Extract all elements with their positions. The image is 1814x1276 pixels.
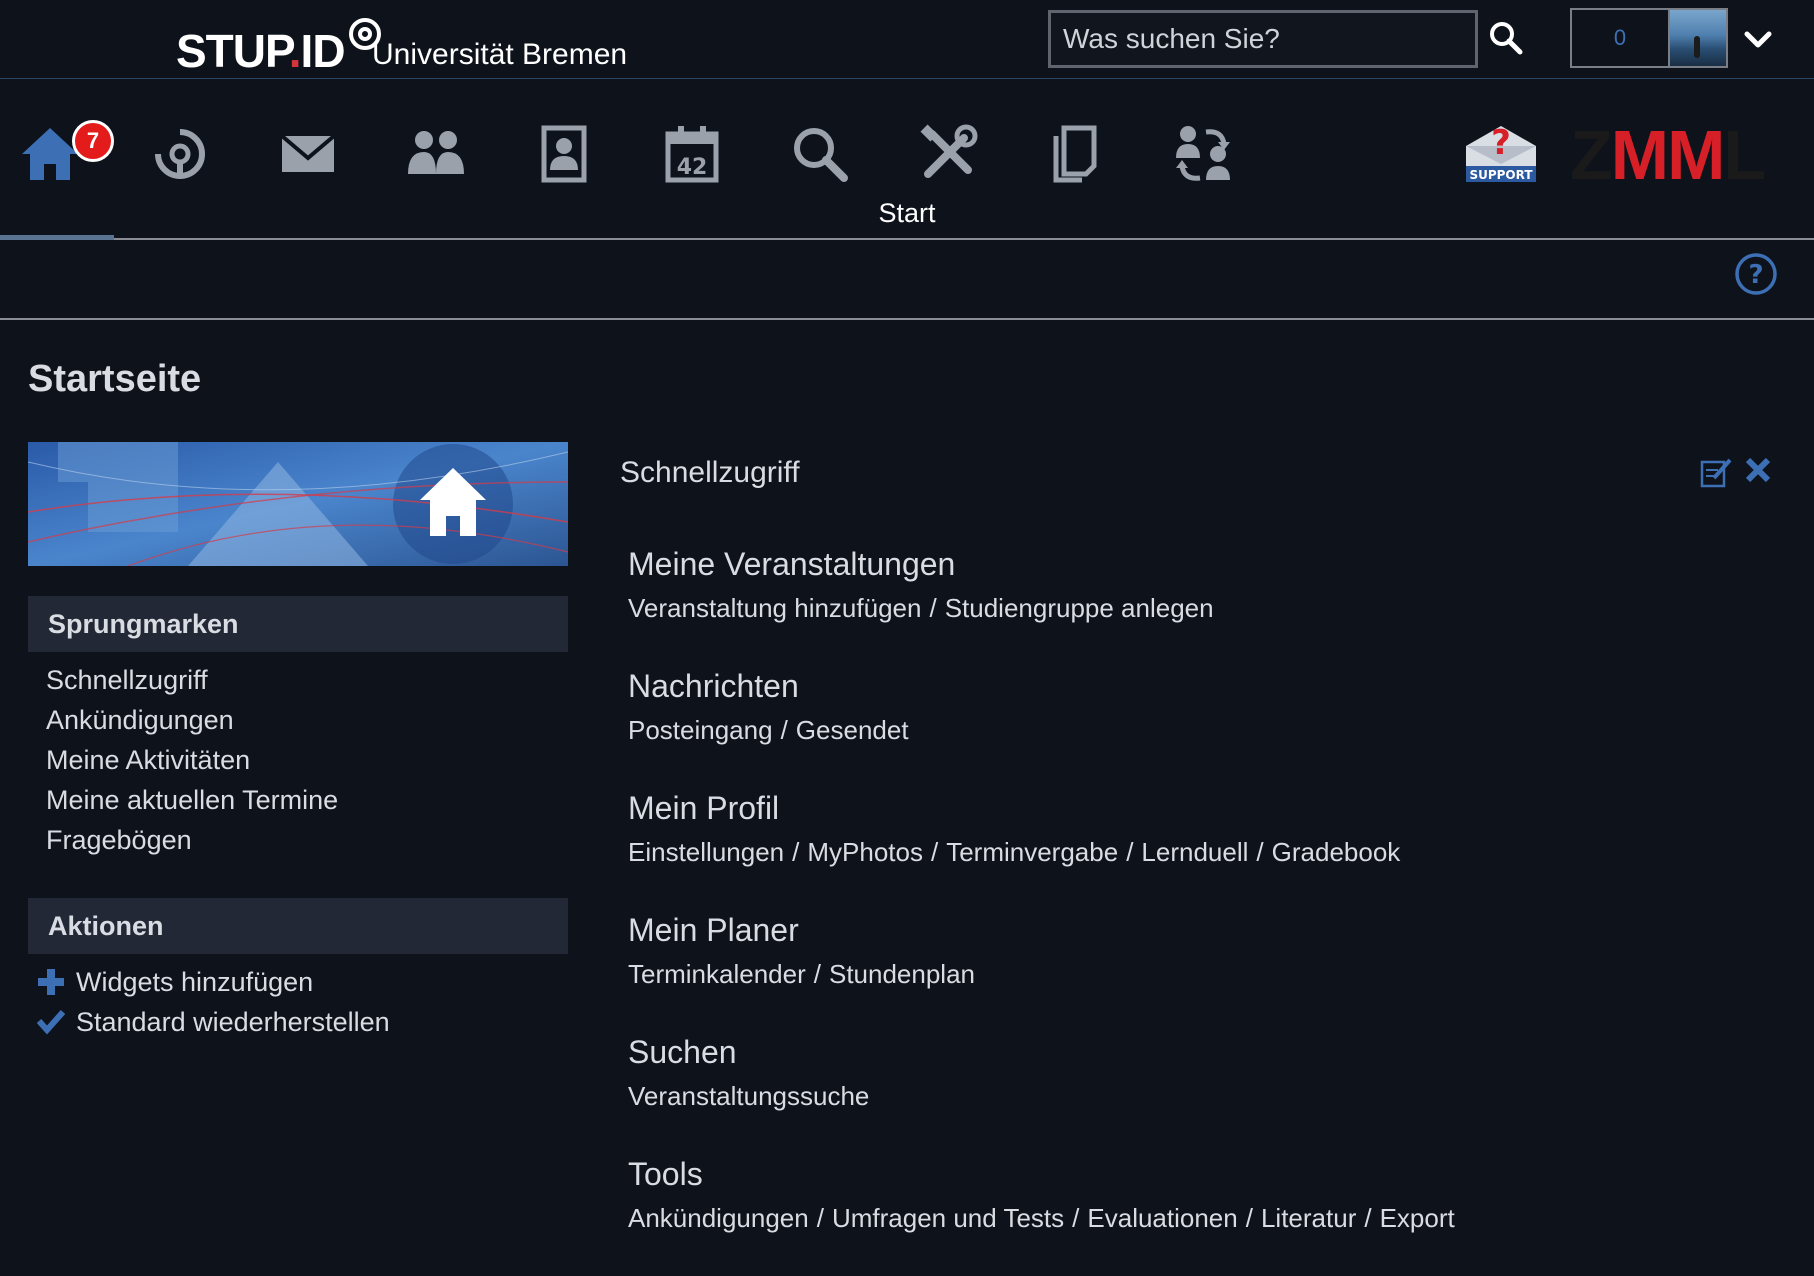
widget-title: Schnellzugriff xyxy=(620,456,800,489)
link[interactable]: Ankündigungen xyxy=(628,1203,809,1233)
quick-section-planer: Mein Planer Terminkalender / Stundenplan xyxy=(628,908,975,994)
calendar-icon: 42 xyxy=(665,126,719,183)
nav-item-community[interactable] xyxy=(386,124,486,204)
admission-icon xyxy=(1176,126,1230,181)
svg-text:SUPPORT: SUPPORT xyxy=(1469,168,1533,182)
link[interactable]: Veranstaltungssuche xyxy=(628,1081,869,1111)
magnifier-icon xyxy=(794,128,848,182)
quick-links: Einstellungen / MyPhotos / Terminvergabe / Ler… xyxy=(628,837,1401,867)
quick-title-planer[interactable]: Mein Planer xyxy=(628,908,975,952)
jump-link-aktivitaeten[interactable]: Meine Aktivitäten xyxy=(46,740,338,780)
support-icon[interactable]: SUPPORT ? xyxy=(1462,120,1540,186)
notification-counter[interactable]: 0 xyxy=(1570,8,1670,68)
profile-circle-icon xyxy=(155,129,205,179)
files-icon xyxy=(1053,125,1097,183)
edit-icon[interactable] xyxy=(1700,456,1732,488)
chevron-down-icon[interactable] xyxy=(1742,24,1774,56)
zmml-logo[interactable]: ZMML xyxy=(1570,120,1766,190)
tools-icon xyxy=(920,124,978,178)
sidebar-heading-aktionen: Aktionen xyxy=(28,898,568,954)
home-icon xyxy=(22,128,78,180)
jump-link-ankuendigungen[interactable]: Ankündigungen xyxy=(46,700,338,740)
svg-text:?: ? xyxy=(1748,260,1763,290)
help-bar: ? xyxy=(0,242,1814,320)
quick-section-veranstaltungen: Meine Veranstaltungen Veranstaltung hinz… xyxy=(628,542,1214,628)
add-widgets-action[interactable]: Widgets hinzufügen xyxy=(36,962,390,1002)
quick-section-profil: Mein Profil Einstellungen / MyPhotos / Termi… xyxy=(628,786,1400,872)
quick-title-veranstaltungen[interactable]: Meine Veranstaltungen xyxy=(628,542,1214,586)
link[interactable]: Export xyxy=(1380,1203,1455,1233)
link[interactable]: Lernduell xyxy=(1141,837,1248,867)
restore-default-action[interactable]: Standard wiederherstellen xyxy=(36,1002,390,1042)
university-name: Universität Bremen xyxy=(372,38,628,71)
link[interactable]: Einstellungen xyxy=(628,837,784,867)
notification-badge: 7 xyxy=(72,120,114,162)
search-field[interactable] xyxy=(1048,10,1478,68)
restore-default-label: Standard wiederherstellen xyxy=(76,1007,390,1037)
quick-title-profil[interactable]: Mein Profil xyxy=(628,786,1400,830)
search-input[interactable] xyxy=(1051,13,1475,65)
contacts-icon xyxy=(541,125,587,183)
link[interactable]: Stundenplan xyxy=(829,959,975,989)
nav-item-admission[interactable] xyxy=(1154,124,1254,204)
community-icon xyxy=(408,131,464,174)
checkmark-icon xyxy=(36,1010,66,1035)
search-icon[interactable] xyxy=(1488,20,1524,56)
nav-item-start[interactable]: 7 Start xyxy=(0,80,936,240)
nav-item-profile-card[interactable] xyxy=(514,124,614,204)
link[interactable]: Gesendet xyxy=(796,715,909,745)
svg-text:?: ? xyxy=(1491,123,1511,163)
link[interactable]: Literatur xyxy=(1261,1203,1356,1233)
studip-logo[interactable]: STUP.ID xyxy=(176,10,383,74)
mail-icon xyxy=(280,134,336,172)
top-bar: STUP.ID Universität Bremen 0 xyxy=(0,0,1814,79)
main-navigation: 7 Start 42 SUPPORT ? ZMML xyxy=(0,80,1814,240)
link[interactable]: Terminkalender xyxy=(628,959,806,989)
quick-links: Ankündigungen / Umfragen und Tests / Evaluat… xyxy=(628,1203,1455,1233)
jump-links-list: Schnellzugriff Ankündigungen Meine Aktiv… xyxy=(46,660,338,860)
quick-links: Posteingang / Gesendet xyxy=(628,715,909,745)
link[interactable]: MyPhotos xyxy=(807,837,923,867)
add-widgets-label: Widgets hinzufügen xyxy=(76,967,314,997)
quick-title-nachrichten[interactable]: Nachrichten xyxy=(628,664,909,708)
link[interactable]: Terminvergabe xyxy=(946,837,1118,867)
link[interactable]: Evaluationen xyxy=(1087,1203,1237,1233)
actions-list: Widgets hinzufügen Standard wiederherste… xyxy=(36,962,390,1042)
quick-links: Terminkalender / Stundenplan xyxy=(628,959,976,989)
nav-item-tools[interactable] xyxy=(898,124,998,204)
home-banner-image xyxy=(28,442,568,566)
nav-item-files[interactable] xyxy=(1026,124,1126,204)
quick-title-tools[interactable]: Tools xyxy=(628,1152,1455,1196)
quick-links: Veranstaltung hinzufügen / Studiengruppe a… xyxy=(628,593,1214,623)
quick-section-nachrichten: Nachrichten Posteingang / Gesendet xyxy=(628,664,909,750)
close-icon[interactable] xyxy=(1744,456,1772,484)
jump-link-frageboegen[interactable]: Fragebögen xyxy=(46,820,338,860)
quick-title-suchen[interactable]: Suchen xyxy=(628,1030,869,1074)
quick-section-tools: Tools Ankündigungen / Umfragen und Tests / E… xyxy=(628,1152,1455,1238)
nav-item-profile[interactable] xyxy=(130,124,230,204)
link[interactable]: Posteingang xyxy=(628,715,773,745)
link[interactable]: Umfragen und Tests xyxy=(832,1203,1064,1233)
help-icon[interactable]: ? xyxy=(1734,252,1778,296)
nav-item-planner[interactable]: 42 xyxy=(642,124,742,204)
link[interactable]: Veranstaltung hinzufügen xyxy=(628,593,921,623)
avatar[interactable] xyxy=(1670,8,1728,68)
link[interactable]: Gradebook xyxy=(1272,837,1401,867)
quick-links: Veranstaltungssuche xyxy=(628,1076,869,1116)
sidebar-heading-sprungmarken: Sprungmarken xyxy=(28,596,568,652)
jump-link-schnellzugriff[interactable]: Schnellzugriff xyxy=(46,660,338,700)
nav-item-search[interactable] xyxy=(770,124,870,204)
link[interactable]: Studiengruppe anlegen xyxy=(945,593,1214,623)
plus-icon xyxy=(38,969,64,995)
nav-item-messages[interactable] xyxy=(258,124,358,204)
page-title: Startseite xyxy=(28,358,202,400)
quick-section-suchen: Suchen Veranstaltungssuche xyxy=(628,1030,869,1116)
svg-text:42: 42 xyxy=(677,155,708,180)
jump-link-termine[interactable]: Meine aktuellen Termine xyxy=(46,780,338,820)
